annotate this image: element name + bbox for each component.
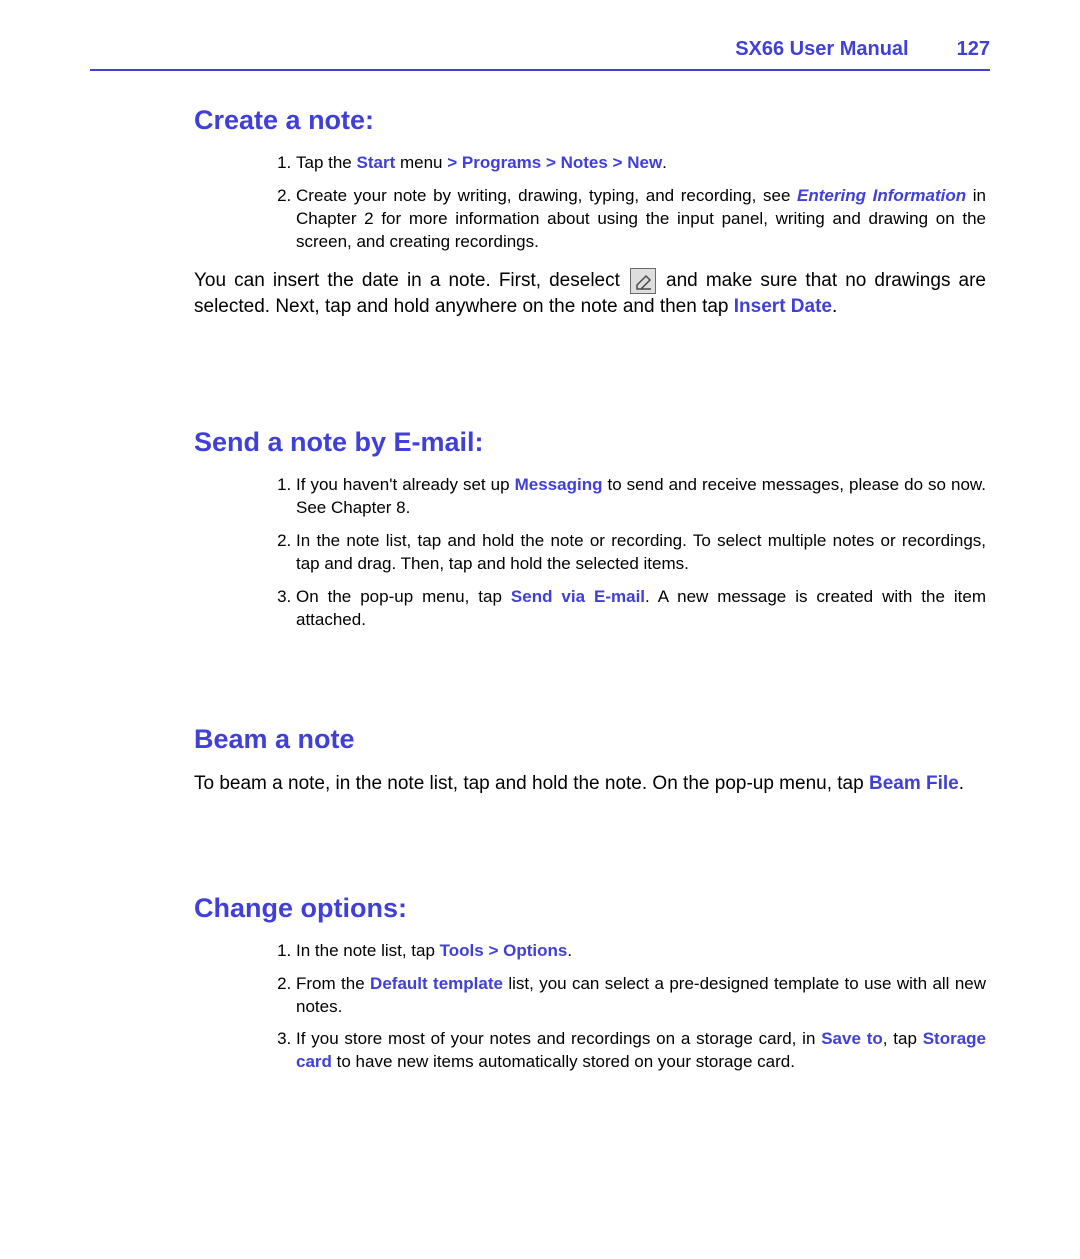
page-header: SX66 User Manual 127 (90, 38, 990, 71)
text: If you haven't already set up (296, 475, 515, 494)
create-note-steps: Tap the Start menu > Programs > Notes > … (194, 152, 986, 254)
text: If you store most of your notes and reco… (296, 1029, 821, 1048)
create-note-body: You can insert the date in a note. First… (194, 268, 986, 320)
highlight: Tools > Options (440, 941, 568, 960)
text: To beam a note, in the note list, tap an… (194, 773, 869, 794)
list-item: From the Default template list, you can … (296, 973, 986, 1019)
list-item: In the note list, tap Tools > Options. (296, 940, 986, 963)
text: From the (296, 974, 370, 993)
change-options-steps: In the note list, tap Tools > Options. F… (194, 940, 986, 1075)
heading-change-options: Change options: (194, 893, 986, 924)
text: menu (400, 153, 447, 172)
text: You can insert the date in a note. First… (194, 270, 628, 291)
pencil-icon (630, 268, 656, 294)
text: In the note list, tap and hold the note … (296, 531, 986, 573)
list-item: If you haven't already set up Messaging … (296, 474, 986, 520)
text: . (959, 773, 964, 794)
text: . (567, 941, 572, 960)
highlight: Beam File (869, 773, 959, 794)
highlight: > Programs > Notes > New (447, 153, 662, 172)
list-item: In the note list, tap and hold the note … (296, 530, 986, 576)
page-content: Create a note: Tap the Start menu > Prog… (90, 105, 990, 1074)
highlight: Default template (370, 974, 503, 993)
header-page-number: 127 (957, 38, 990, 61)
heading-beam-note: Beam a note (194, 724, 986, 755)
text: Tap the (296, 153, 357, 172)
text: On the pop-up menu, tap (296, 587, 511, 606)
header-title: SX66 User Manual (735, 38, 908, 61)
heading-create-note: Create a note: (194, 105, 986, 136)
text: In the note list, tap (296, 941, 440, 960)
list-item: On the pop-up menu, tap Send via E-mail.… (296, 586, 986, 632)
heading-send-email: Send a note by E-mail: (194, 427, 986, 458)
text: , tap (883, 1029, 923, 1048)
list-item: Create your note by writing, drawing, ty… (296, 185, 986, 254)
list-item: If you store most of your notes and reco… (296, 1028, 986, 1074)
beam-note-body: To beam a note, in the note list, tap an… (194, 771, 986, 797)
list-item: Tap the Start menu > Programs > Notes > … (296, 152, 986, 175)
highlight: Save to (821, 1029, 883, 1048)
text: Create your note by writing, drawing, ty… (296, 186, 797, 205)
highlight: Insert Date (734, 296, 832, 317)
highlight-italic: Entering Information (797, 186, 966, 205)
highlight: Messaging (515, 475, 603, 494)
highlight: Start (357, 153, 400, 172)
text: to have new items automatically stored o… (332, 1052, 795, 1071)
text: . (662, 153, 667, 172)
text: . (832, 296, 837, 317)
highlight: Send via E-mail (511, 587, 645, 606)
send-email-steps: If you haven't already set up Messaging … (194, 474, 986, 632)
